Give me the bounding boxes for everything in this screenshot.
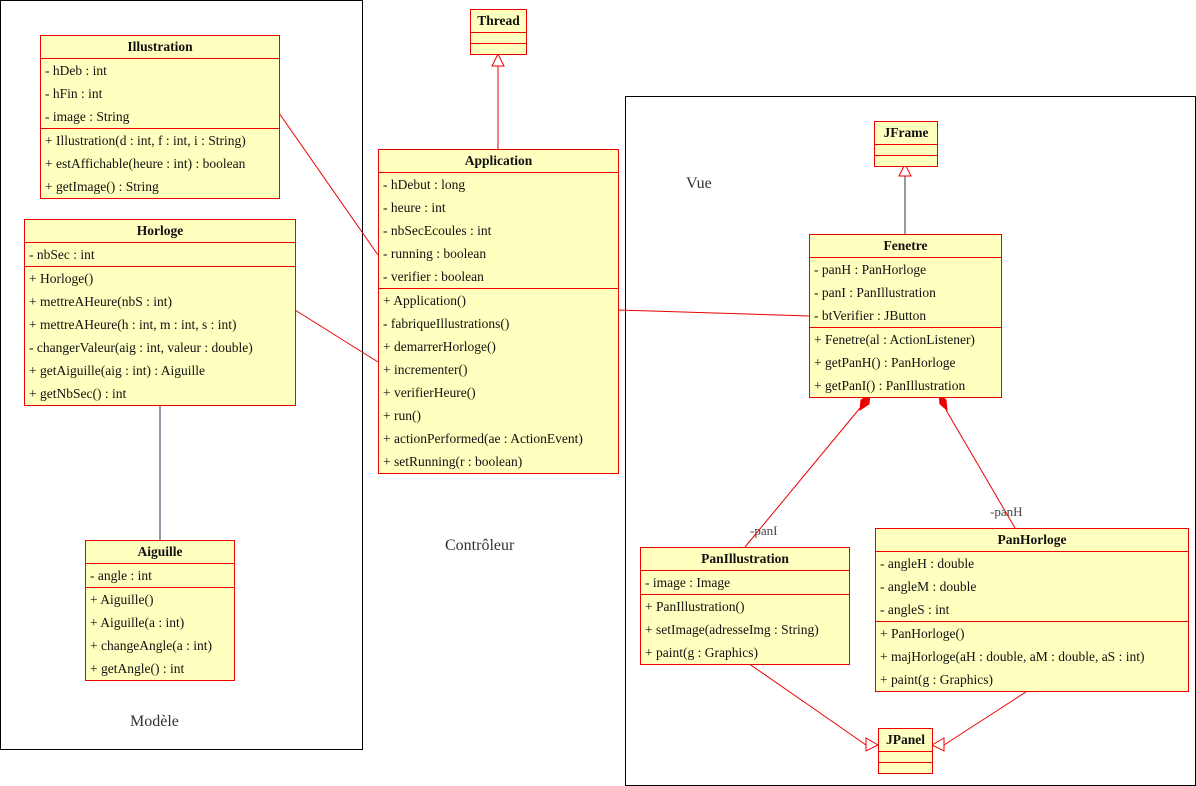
operation: + incrementer() [383, 362, 468, 377]
attribute: - image : String [45, 109, 130, 124]
attribute: - hFin : int [45, 86, 103, 101]
operations-compartment: + Fenetre(al : ActionListener) + getPanH(… [810, 328, 1001, 397]
attribute: - hDeb : int [45, 63, 107, 78]
attributes-compartment: - image : Image [641, 571, 849, 595]
operations-compartment: + Horloge() + mettreAHeure(nbS : int) + me… [25, 267, 295, 405]
operation: + getAiguille(aig : int) : Aiguille [29, 363, 205, 378]
operation: + Horloge() [29, 271, 94, 286]
attributes-compartment: - hDebut : long - heure : int - nbSecEcoul… [379, 173, 618, 289]
operation: - changerValeur(aig : int, valeur : doub… [29, 340, 253, 355]
class-name: Thread [471, 10, 526, 33]
class-name: PanHorloge [876, 529, 1188, 552]
attribute: - hDebut : long [383, 177, 466, 192]
class-name: Application [379, 150, 618, 173]
class-name: Fenetre [810, 235, 1001, 258]
operation: + PanIllustration() [645, 599, 745, 614]
class-thread: Thread [470, 9, 527, 55]
operations-compartment: + Aiguille() + Aiguille(a : int) + changeA… [86, 588, 234, 680]
class-jpanel: JPanel [878, 728, 933, 774]
operation: + getPanH() : PanHorloge [814, 355, 956, 370]
attribute: - image : Image [645, 575, 731, 590]
class-name: JFrame [875, 122, 937, 145]
operation: + Aiguille(a : int) [90, 615, 185, 630]
operation: + setImage(adresseImg : String) [645, 622, 819, 637]
operations-compartment: + PanIllustration() + setImage(adresseImg… [641, 595, 849, 664]
operations-compartment [879, 763, 932, 773]
attribute: - panH : PanHorloge [814, 262, 927, 277]
attribute: - btVerifier : JButton [814, 308, 927, 323]
class-aiguille: Aiguille - angle : int + Aiguille() + Aigui… [85, 540, 235, 681]
operation: + estAffichable(heure : int) : boolean [45, 156, 246, 171]
role-label-panh: -panH [990, 504, 1023, 519]
attribute: - verifier : boolean [383, 269, 484, 284]
operations-compartment: + Illustration(d : int, f : int, i : Str… [41, 129, 279, 198]
attributes-compartment: - nbSec : int [25, 243, 295, 267]
operation: + Aiguille() [90, 592, 154, 607]
class-name: PanIllustration [641, 548, 849, 571]
attributes-compartment: - panH : PanHorloge - panI : PanIllustrat… [810, 258, 1001, 328]
operations-compartment [471, 44, 526, 54]
attribute: - nbSec : int [29, 247, 95, 262]
association-application-fenetre [617, 309, 810, 317]
attribute: - running : boolean [383, 246, 487, 261]
operation: + getNbSec() : int [29, 386, 127, 401]
operation: + mettreAHeure(nbS : int) [29, 294, 172, 309]
attributes-compartment: - hDeb : int - hFin : int - image : String [41, 59, 279, 129]
class-name: Horloge [25, 220, 295, 243]
operation: + run() [383, 408, 421, 423]
operation: + paint(g : Graphics) [880, 672, 993, 687]
class-name: JPanel [879, 729, 932, 752]
class-name: Aiguille [86, 541, 234, 564]
operation: + majHorloge(aH : double, aM : double, a… [880, 649, 1145, 664]
role-label-pani: -panI [750, 523, 778, 538]
attribute: - angleS : int [880, 602, 950, 617]
inheritance-arrow-jpanel-left [865, 737, 880, 752]
operation: + Application() [383, 293, 466, 308]
operation: + Illustration(d : int, f : int, i : Str… [45, 133, 246, 148]
class-horloge: Horloge - nbSec : int + Horloge() + mettreA… [24, 219, 296, 406]
operation: + setRunning(r : boolean) [383, 454, 523, 469]
uml-class-diagram: Modèle Contrôleur Vue -panI -panH Illust… [0, 0, 1196, 786]
class-panillustration: PanIllustration - image : Image + PanIllus… [640, 547, 850, 665]
inheritance-line-panhorloge-jpanel [943, 687, 1033, 746]
operations-compartment [875, 156, 937, 166]
attributes-compartment: - angle : int [86, 564, 234, 588]
attribute: - nbSecEcoules : int [383, 223, 492, 238]
class-name: Illustration [41, 36, 279, 59]
operation: + paint(g : Graphics) [645, 645, 758, 660]
operation: + actionPerformed(ae : ActionEvent) [383, 431, 583, 446]
class-fenetre: Fenetre - panH : PanHorloge - panI : PanIl… [809, 234, 1002, 398]
attributes-compartment [879, 752, 932, 763]
operation: + demarrerHorloge() [383, 339, 496, 354]
class-illustration: Illustration - hDeb : int - hFin : int - im… [40, 35, 280, 199]
attributes-compartment [471, 33, 526, 44]
operation: + mettreAHeure(h : int, m : int, s : int… [29, 317, 237, 332]
operation: + getImage() : String [45, 179, 159, 194]
attribute: - angleM : double [880, 579, 977, 594]
attribute: - panI : PanIllustration [814, 285, 936, 300]
inheritance-arrow-jpanel-right [930, 737, 945, 752]
attribute: - angleH : double [880, 556, 975, 571]
attribute: - angle : int [90, 568, 152, 583]
operation: + PanHorloge() [880, 626, 965, 641]
association-horloge-application [294, 309, 379, 363]
operation: + Fenetre(al : ActionListener) [814, 332, 975, 347]
inheritance-arrow-thread [491, 52, 505, 67]
operation: + changeAngle(a : int) [90, 638, 212, 653]
operation: + getPanI() : PanIllustration [814, 378, 966, 393]
class-jframe: JFrame [874, 121, 938, 167]
class-panhorloge: PanHorloge - angleH : double - angleM : do… [875, 528, 1189, 692]
attribute: - heure : int [383, 200, 446, 215]
operation: + getAngle() : int [90, 661, 185, 676]
operation: + verifierHeure() [383, 385, 476, 400]
attributes-compartment: - angleH : double - angleM : double - angl… [876, 552, 1188, 622]
class-application: Application - hDebut : long - heure : int -… [378, 149, 619, 474]
operations-compartment: + PanHorloge() + majHorloge(aH : double, … [876, 622, 1188, 691]
operation: - fabriqueIllustrations() [383, 316, 510, 331]
attributes-compartment [875, 145, 937, 156]
inheritance-line-panillustration-jpanel [744, 660, 867, 746]
operations-compartment: + Application() - fabriqueIllustrations()… [379, 289, 618, 473]
